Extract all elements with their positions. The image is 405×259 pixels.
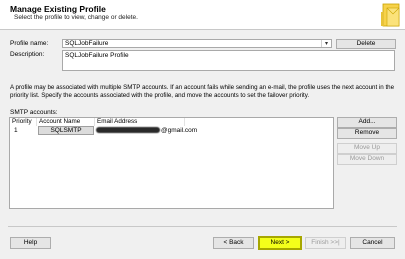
next-button[interactable]: Next > — [258, 236, 302, 250]
back-button[interactable]: < Back — [213, 237, 254, 249]
description-field[interactable]: SQLJobFailure Profile — [62, 50, 395, 71]
remove-button[interactable]: Remove — [337, 128, 397, 139]
smtp-accounts-label: SMTP accounts: — [10, 109, 58, 116]
description-value: SQLJobFailure Profile — [65, 52, 129, 59]
info-text: A profile may be associated with multipl… — [10, 84, 395, 99]
row-priority: 1 — [14, 127, 18, 134]
table-row[interactable]: 1 SQLSMTP @gmail.com — [10, 126, 333, 135]
finish-button[interactable]: Finish >>| — [305, 237, 346, 249]
redacted-email — [96, 127, 160, 133]
footer-separator — [8, 226, 397, 227]
delete-button[interactable]: Delete — [336, 39, 396, 49]
help-button[interactable]: Help — [10, 237, 51, 249]
cancel-button[interactable]: Cancel — [350, 237, 395, 249]
wizard-header: Manage Existing Profile Select the profi… — [0, 0, 405, 30]
smtp-accounts-table[interactable]: Priority Account Name Email Address 1 SQ… — [9, 117, 334, 209]
row-account-name: SQLSMTP — [38, 126, 94, 135]
move-down-button[interactable]: Move Down — [337, 154, 397, 165]
add-button[interactable]: Add... — [337, 117, 397, 128]
move-up-button[interactable]: Move Up — [337, 143, 397, 154]
description-label: Description: — [10, 51, 45, 58]
page-title: Manage Existing Profile — [10, 4, 106, 14]
database-mail-icon — [381, 3, 400, 27]
page-subtitle: Select the profile to view, change or de… — [14, 14, 138, 21]
chevron-down-icon[interactable]: ▾ — [321, 40, 331, 47]
column-header-priority[interactable]: Priority — [10, 118, 37, 126]
profile-name-value: SQLJobFailure — [65, 40, 109, 47]
profile-name-dropdown[interactable]: SQLJobFailure ▾ — [62, 39, 332, 48]
column-header-account-name[interactable]: Account Name — [37, 118, 95, 126]
row-email-suffix: @gmail.com — [161, 127, 198, 134]
column-header-email[interactable]: Email Address — [95, 118, 185, 126]
profile-name-label: Profile name: — [10, 40, 49, 47]
